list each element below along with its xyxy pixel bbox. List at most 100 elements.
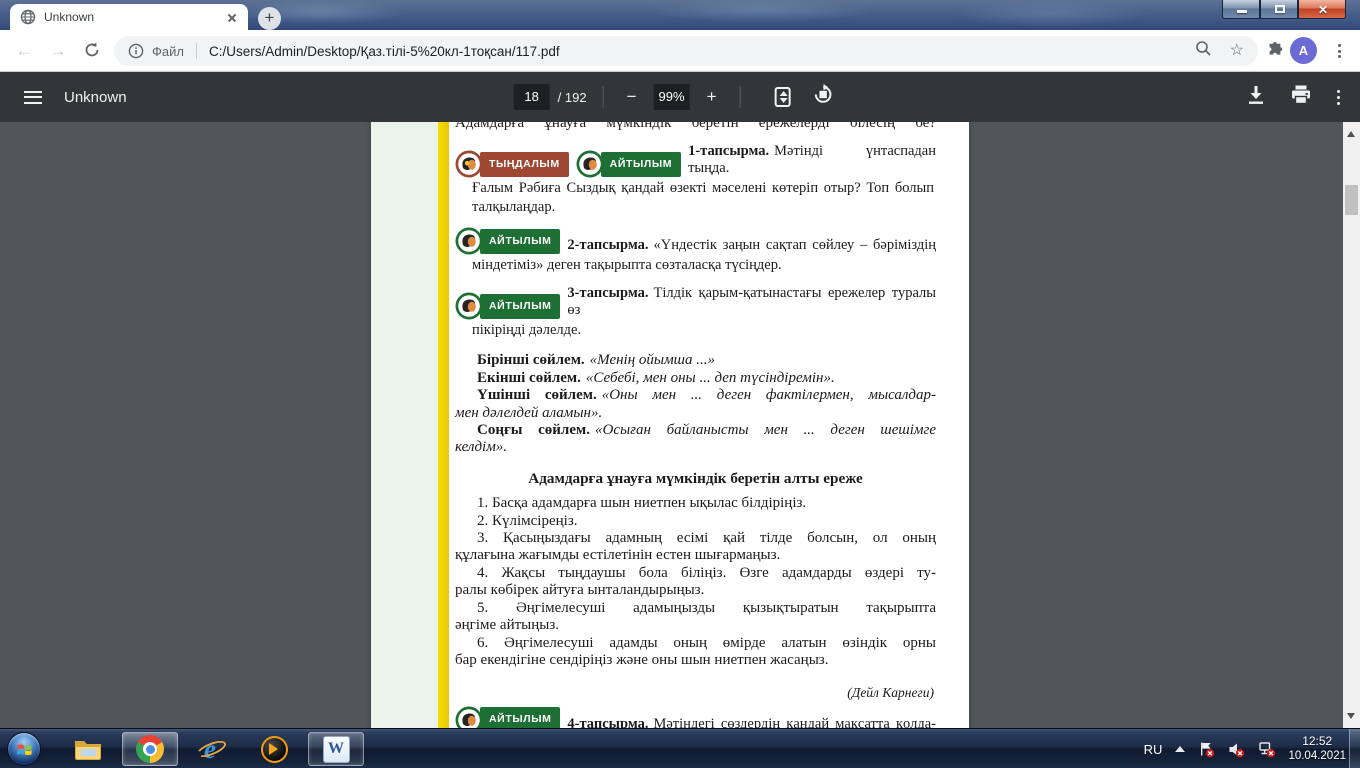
page-info-icon[interactable] [128, 43, 144, 59]
scroll-up-arrow[interactable] [1347, 127, 1355, 137]
task2-text: 2-тапсырма. «Үндестік заңын сақтап сөйлеу… [567, 237, 936, 254]
task1-row: ТЫҢДАЛЫМ АЙТЫЛЫМ 1-тапсырма. Мәтінді үнт… [455, 143, 936, 178]
taskbar-clock[interactable]: 12:52 10.04.2021 [1288, 734, 1346, 764]
page-number-input[interactable]: 18 [513, 84, 550, 110]
hidden-icons-arrow[interactable] [1175, 741, 1186, 752]
sentence-2: Екінші сөйлем. «Себебі, мен оны ... деп т… [477, 369, 835, 386]
taskbar-item-explorer[interactable] [60, 732, 116, 766]
rules-heading: Адамдарға ұнауға мүмкіндік беретін алты … [528, 469, 863, 487]
task2-line2: міндетіміз» деген тақырыпта сөзталасқа т… [472, 257, 782, 274]
listening-badge: ТЫҢДАЛЫМ [455, 150, 569, 178]
page-total-label: / 192 [557, 89, 587, 105]
speaking-badge-label: АЙТЫЛЫМ [600, 151, 682, 178]
address-url-text[interactable]: C:/Users/Admin/Desktop/Қаз.тілі-5%20кл-1… [209, 44, 1195, 59]
taskbar-item-aimp[interactable] [246, 732, 302, 766]
taskbar-item-chrome[interactable] [122, 732, 178, 766]
zoom-in-button[interactable]: + [700, 87, 724, 107]
screen: Unknown + ✕ ← → Файл C:/Users/Admin/Desk… [0, 0, 1360, 768]
speaking-face-icon [455, 227, 483, 255]
task1-line2: Ғалым Рәбиға Сыздық қандай өзекті мәселе… [472, 180, 934, 197]
window-controls: ✕ [1222, 0, 1346, 19]
aimp-icon [260, 735, 288, 763]
taskbar-item-word[interactable]: W [308, 732, 364, 766]
rule-4-line1: 4. Жақсы тыңдаушы бола біліңіз. Өзге ада… [477, 564, 936, 581]
taskbar-item-internet-explorer[interactable]: e [184, 732, 240, 766]
system-tray: RU 12:52 10.04.2021 [1144, 729, 1346, 768]
forward-button[interactable]: → [46, 39, 70, 63]
internet-explorer-icon: e [194, 734, 229, 764]
document-text: Адамдарға ұнауға мүмкіндік беретін ереже… [455, 122, 936, 728]
language-indicator[interactable]: RU [1144, 742, 1163, 757]
start-button[interactable] [7, 732, 41, 766]
word-icon: W [322, 735, 350, 763]
print-button[interactable] [1291, 85, 1311, 109]
back-button[interactable]: ← [12, 39, 36, 63]
rule-3-line1: 3. Қасыңыздағы адамның есімі қай тілде б… [477, 530, 936, 547]
speaking-badge: АЙТЫЛЫМ [455, 292, 561, 320]
speaking-badge: АЙТЫЛЫМ [455, 706, 561, 728]
page-margin-band [371, 122, 438, 728]
network-disconnected-icon[interactable] [1258, 741, 1276, 758]
intro-question-line: Адамдарға ұнауға мүмкіндік беретін ереже… [455, 122, 936, 131]
scrollbar-thumb[interactable] [1345, 185, 1358, 215]
globe-icon [20, 9, 36, 25]
pdf-document-title: Unknown [64, 88, 127, 106]
rule-1: 1. Басқа адамдарға шын ниетпен ықылас бі… [477, 495, 807, 512]
rule-2: 2. Күлімсіреңіз. [477, 512, 578, 529]
action-center-flag-icon[interactable] [1198, 741, 1215, 758]
close-button[interactable]: ✕ [1298, 0, 1346, 19]
pdf-more-options-icon[interactable] [1337, 89, 1340, 105]
rotate-button[interactable] [813, 84, 834, 110]
speaking-face-icon [455, 706, 483, 728]
zoom-out-button[interactable]: − [620, 87, 644, 107]
close-icon: ✕ [1318, 3, 1329, 17]
rule-4-line2: ралы көбірек айтуға ынталандырыңыз. [455, 582, 705, 599]
minimize-button[interactable] [1222, 0, 1260, 19]
sentence-3-cont: мен дәлелдей аламын». [455, 404, 603, 421]
download-button[interactable] [1247, 85, 1265, 110]
volume-muted-icon[interactable] [1228, 741, 1245, 758]
rule-6-line1: 6. Әңгімелесуші адамды оның өмірде алаты… [477, 634, 936, 651]
speaking-badge-label: АЙТЫЛЫМ [480, 228, 561, 255]
task2-row: АЙТЫЛЫМ 2-тапсырма. «Үндестік заңын сақта… [455, 227, 936, 255]
pdf-action-buttons [1247, 85, 1340, 110]
fit-to-page-button[interactable] [774, 87, 791, 107]
new-tab-button[interactable]: + [258, 7, 281, 30]
profile-avatar[interactable]: A [1290, 37, 1317, 64]
browser-toolbar: ← → Файл C:/Users/Admin/Desktop/Қаз.тілі… [0, 30, 1360, 72]
listening-badge-label: ТЫҢДАЛЫМ [480, 151, 569, 178]
zoom-level-value[interactable]: 99% [653, 84, 690, 110]
pdf-page-controls: 18 / 192 − 99% + [513, 84, 834, 110]
pdf-toolbar: Unknown 18 / 192 − 99% + [0, 72, 1360, 122]
maximize-button[interactable] [1260, 0, 1298, 19]
clock-time: 12:52 [1302, 734, 1333, 748]
tab-close-icon[interactable] [224, 9, 240, 25]
pdf-scrollbar[interactable] [1343, 122, 1360, 728]
page-yellow-stripe [438, 122, 449, 728]
zoom-page-icon[interactable] [1195, 40, 1212, 62]
task4-row: АЙТЫЛЫМ 4-тапсырма. Мәтіндегі сөздердің қ… [455, 706, 936, 728]
pdf-menu-icon[interactable] [24, 90, 42, 104]
maximize-icon [1275, 5, 1285, 13]
file-explorer-icon [75, 741, 101, 760]
sentence-templates: Бірінші сөйлем. «Менің ойымша ...» Екінші… [455, 352, 936, 456]
sentence-1: Бірінші сөйлем. «Менің ойымша ...» [477, 352, 715, 369]
show-desktop-button[interactable] [1349, 729, 1360, 768]
pdf-viewport: Адамдарға ұнауға мүмкіндік беретін ереже… [0, 122, 1360, 728]
browser-menu-icon[interactable] [1330, 40, 1348, 62]
speaking-badge-label: АЙТЫЛЫМ [480, 293, 561, 320]
task1-text: 1-тапсырма. Мәтінді үнтаспадан тыңда. [688, 143, 936, 177]
sentence-4: Соңғы сөйлем. «Осыған байланысты мен ... … [477, 422, 936, 439]
sentence-3: Үшінші сөйлем. «Оны мен ... деген фактіле… [477, 387, 936, 404]
extensions-icon[interactable] [1266, 42, 1284, 65]
scroll-down-arrow[interactable] [1347, 713, 1355, 723]
window-titlebar: Unknown + ✕ [0, 0, 1360, 30]
bookmark-star-icon[interactable]: ☆ [1230, 43, 1244, 59]
rule-5-line2: әңгіме айтыңыз. [455, 617, 560, 634]
task4-text: 4-тапсырма. Мәтіндегі сөздердің қандай ма… [567, 715, 936, 728]
speaking-badge: АЙТЫЛЫМ [455, 227, 561, 255]
address-bar[interactable]: Файл C:/Users/Admin/Desktop/Қаз.тілі-5%2… [114, 36, 1258, 66]
browser-tab[interactable]: Unknown [10, 4, 248, 30]
author-attribution: (Дейл Карнеги) [847, 685, 934, 701]
reload-button[interactable] [80, 41, 104, 65]
